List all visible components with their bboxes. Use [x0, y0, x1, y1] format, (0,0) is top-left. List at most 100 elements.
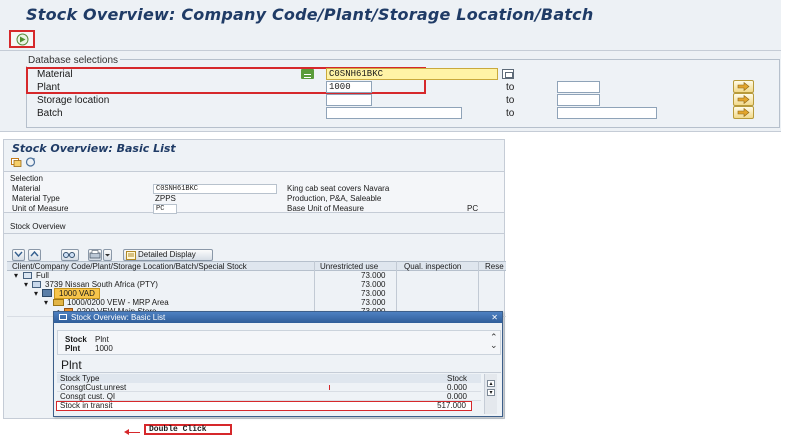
plnt-label: Plnt — [65, 344, 81, 353]
storage-location-to-input[interactable] — [557, 94, 600, 106]
column-header-hierarchy[interactable]: Client/Company Code/Plant/Storage Locati… — [12, 262, 247, 271]
unit-of-measure-label: Unit of Measure — [12, 204, 69, 213]
expand-button[interactable] — [12, 249, 25, 261]
batch-multiple-selection-button[interactable] — [733, 106, 754, 119]
detailed-display-button[interactable]: Detailed Display — [123, 249, 213, 261]
expand-icon — [14, 251, 23, 258]
storage-location-to-label: to — [506, 95, 515, 106]
plnt-value: 1000 — [95, 344, 113, 353]
chevron-down-icon — [105, 254, 110, 257]
tree-row-plant[interactable]: ▾ 1000 VAD 73.000 — [14, 288, 507, 299]
hierarchy-icon — [23, 272, 32, 279]
window-icon — [59, 314, 67, 320]
close-icon[interactable]: ✕ — [491, 312, 498, 323]
popup-divider — [57, 372, 501, 373]
material-description: King cab seat covers Navara — [287, 184, 390, 193]
unrestricted-value: 73.000 — [361, 289, 386, 298]
material-label: Material — [37, 69, 73, 80]
required-icon — [301, 69, 314, 79]
column-stock-type[interactable]: Stock Type — [60, 374, 99, 383]
column-header-qual-inspection[interactable]: Qual. inspection — [404, 262, 461, 271]
popup-row[interactable]: ConsgtCust.unrest 0.000 — [57, 383, 481, 392]
tree-row-full[interactable]: ▾ Full 73.000 — [14, 271, 507, 280]
column-header-row: Client/Company Code/Plant/Storage Locati… — [7, 261, 506, 271]
print-button[interactable] — [88, 249, 102, 261]
selection-screen: Stock Overview: Company Code/Plant/Stora… — [0, 0, 781, 132]
scroll-down-icon[interactable]: ▾ — [487, 389, 495, 396]
batch-to-input[interactable] — [557, 107, 657, 119]
unrestricted-value: 73.000 — [361, 298, 386, 307]
scroll-up-icon[interactable]: ▴ — [487, 380, 495, 387]
page-title: Stock Overview: Company Code/Plant/Stora… — [26, 5, 594, 24]
stock-type: Consgt cust. QI — [60, 392, 116, 401]
storage-location-input[interactable] — [326, 94, 372, 106]
find-button[interactable] — [61, 249, 79, 261]
tree-row-mrp-area[interactable]: ▾ 1000/0200 VEW - MRP Area 73.000 — [14, 298, 507, 307]
cell-marker — [329, 385, 330, 390]
arrow-right-icon — [737, 108, 750, 117]
unrestricted-value: 73.000 — [361, 271, 386, 280]
divider — [4, 233, 504, 234]
base-unit-label: Base Unit of Measure — [287, 204, 364, 213]
display-icon[interactable] — [11, 157, 22, 167]
toolbar-separator — [0, 50, 781, 51]
batch-input[interactable] — [326, 107, 462, 119]
storage-location-multiple-selection-button[interactable] — [733, 93, 754, 106]
arrow-right-icon — [737, 95, 750, 104]
print-icon — [89, 250, 101, 259]
matchcode-icon[interactable] — [502, 69, 514, 79]
execute-button[interactable] — [9, 30, 35, 48]
popup-column-header: Stock Type Stock — [57, 374, 481, 383]
popup-titlebar: Stock Overview: Basic List ✕ — [54, 312, 502, 323]
scroll-toggle-icon[interactable]: ⌃ ⌄ — [490, 333, 498, 350]
stock-overview-header: Stock Overview — [10, 222, 66, 231]
group-title: Database selections — [26, 55, 121, 66]
popup-row[interactable]: Consgt cust. QI 0.000 — [57, 392, 481, 401]
plant-label: Plant — [37, 82, 60, 93]
refresh-icon[interactable] — [25, 157, 36, 167]
stock-qty: 0.000 — [446, 383, 467, 392]
unrestricted-value: 73.000 — [361, 280, 386, 289]
stock-qty: 517.000 — [437, 401, 466, 410]
stock-type: Stock in transit — [60, 401, 113, 410]
toolbar — [4, 155, 504, 169]
selection-section: Selection Material C0SNH61BKC King cab s… — [4, 171, 504, 214]
execute-icon — [16, 33, 28, 45]
double-click-callout: Double Click — [144, 424, 232, 435]
print-dropdown-button[interactable] — [103, 249, 112, 261]
plant-input[interactable]: 1000 — [326, 81, 372, 93]
popup-header-block: Stock Plnt Plnt 1000 ⌃ ⌄ — [57, 330, 501, 355]
basic-list-title: Stock Overview: Basic List — [12, 142, 176, 155]
binoculars-icon — [63, 252, 75, 258]
column-stock[interactable]: Stock — [447, 374, 467, 383]
detailed-display-label: Detailed Display — [138, 250, 196, 259]
tree-label: 1000/0200 VEW - MRP Area — [67, 298, 169, 307]
stock-value: Plnt — [95, 335, 109, 344]
company-icon — [32, 281, 41, 288]
arrow-right-icon — [737, 82, 750, 91]
unit-of-measure-value: PC — [153, 204, 177, 214]
popup-scrollbar[interactable]: ▴ ▾ — [484, 374, 497, 414]
base-unit-value: PC — [467, 204, 479, 213]
material-input[interactable]: C0SNH61BKC — [326, 68, 498, 80]
material-label: Material — [12, 184, 41, 193]
selection-header: Selection — [10, 174, 43, 183]
popup-heading: Plnt — [61, 358, 82, 372]
plant-to-label: to — [506, 82, 515, 93]
collapse-icon — [30, 250, 39, 257]
plant-to-input[interactable] — [557, 81, 600, 93]
stock-label: Stock — [65, 335, 87, 344]
plant-icon — [42, 289, 52, 297]
batch-label: Batch — [37, 108, 63, 119]
material-value: C0SNH61BKC — [153, 184, 277, 194]
mrp-area-icon — [53, 299, 64, 306]
column-header-unrestricted[interactable]: Unrestricted use — [320, 262, 378, 271]
plant-multiple-selection-button[interactable] — [733, 80, 754, 93]
detail-icon — [126, 251, 136, 260]
material-type-value: ZPPS — [155, 194, 176, 203]
collapse-button[interactable] — [28, 249, 41, 261]
stock-qty: 0.000 — [446, 392, 467, 401]
callout-arrowhead — [124, 429, 129, 435]
column-header-reserved[interactable]: Rese — [485, 262, 504, 271]
popup-row-highlighted[interactable]: Stock in transit 517.000 — [56, 401, 472, 411]
